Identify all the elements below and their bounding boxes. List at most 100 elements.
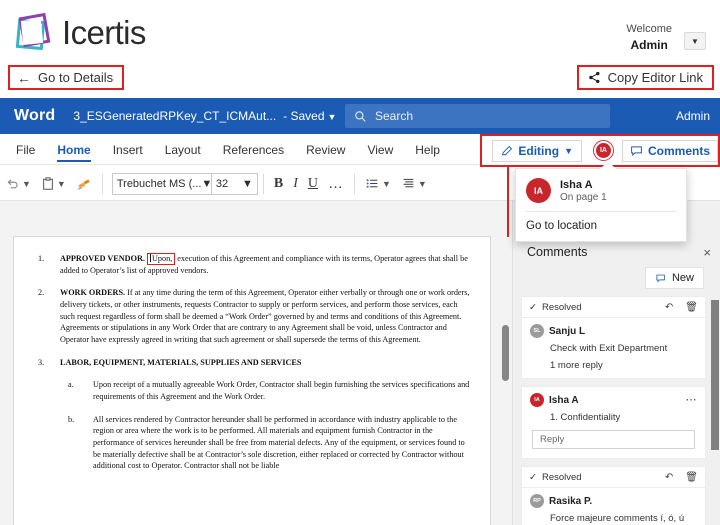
- clause-item[interactable]: 3. LABOR, EQUIPMENT, MATERIALS, SUPPLIES…: [28, 357, 472, 369]
- bullet-list-button[interactable]: ▼: [360, 171, 396, 197]
- comment-card[interactable]: ⋯ IA Isha A 1. Confidentiality Reply: [521, 386, 706, 459]
- tab-layout[interactable]: Layout: [165, 138, 201, 160]
- clause-item[interactable]: 1. APPROVED VENDOR. Upon, execution of t…: [28, 253, 472, 276]
- pencil-icon: [501, 145, 513, 157]
- delete-icon[interactable]: 🗑: [685, 472, 698, 483]
- clause-body: APPROVED VENDOR. Upon, execution of this…: [60, 253, 472, 276]
- comment-resolved-bar: ✓ Resolved ↶ 🗑: [522, 297, 705, 318]
- toolbar-divider: [102, 174, 103, 194]
- icertis-header: Icertis Welcome Admin ▼ ← Go to Details …: [0, 0, 720, 98]
- chevron-down-icon: ▼: [242, 178, 253, 190]
- tab-references[interactable]: References: [223, 138, 284, 160]
- underline-button[interactable]: U: [303, 171, 323, 197]
- comment-more-replies[interactable]: 1 more reply: [550, 360, 697, 371]
- comments-scrollbar-thumb[interactable]: [711, 300, 719, 450]
- chevron-down-icon: ▼: [57, 179, 66, 189]
- document-scrollbar-thumb[interactable]: [502, 325, 509, 381]
- sub-clause-number: a.: [28, 379, 93, 402]
- clause-body: WORK ORDERS. If at any time during the t…: [60, 287, 472, 345]
- arrow-left-icon: ←: [17, 71, 31, 85]
- comment-author: Isha A: [549, 395, 579, 406]
- copy-editor-link-button[interactable]: Copy Editor Link: [577, 65, 714, 90]
- tab-insert[interactable]: Insert: [113, 138, 143, 160]
- comment-card[interactable]: ✓ Resolved ↶ 🗑 RP Rasika P. Force majeur…: [521, 466, 706, 525]
- comment-options-icon[interactable]: ⋯: [686, 393, 698, 406]
- presence-popup-header: IA Isha A On page 1: [516, 169, 686, 211]
- undo-button[interactable]: ▼: [0, 171, 36, 197]
- text-cursor-highlight[interactable]: Upon,: [147, 253, 175, 265]
- align-button[interactable]: ▼: [396, 171, 432, 197]
- document-canvas[interactable]: 1. APPROVED VENDOR. Upon, execution of t…: [0, 201, 512, 525]
- copy-editor-link-label: Copy Editor Link: [608, 70, 703, 85]
- go-to-details-button[interactable]: ← Go to Details: [8, 65, 124, 90]
- italic-button[interactable]: I: [288, 171, 303, 197]
- clause-number: 3.: [28, 357, 60, 369]
- presence-avatar[interactable]: IA: [593, 140, 614, 161]
- new-comment-icon: [655, 273, 667, 284]
- avatar: IA: [530, 393, 544, 407]
- paste-button[interactable]: ▼: [36, 171, 71, 197]
- chevron-down-icon: ▼: [201, 178, 210, 190]
- document-title[interactable]: 3_ESGeneratedRPKey_CT_ICMAut...: [73, 109, 276, 123]
- comments-button-label: Comments: [648, 144, 710, 158]
- tab-review[interactable]: Review: [306, 138, 345, 160]
- more-formatting-button[interactable]: …: [323, 171, 349, 197]
- tab-view[interactable]: View: [367, 138, 393, 160]
- editing-mode-button[interactable]: Editing ▼: [492, 140, 582, 162]
- comment-body: ⋯ IA Isha A 1. Confidentiality Reply: [522, 387, 705, 458]
- bold-button[interactable]: B: [269, 171, 288, 197]
- sub-clause-number: b.: [28, 414, 93, 472]
- word-app-name: Word: [14, 107, 55, 125]
- comment-resolved-bar: ✓ Resolved ↶ 🗑: [522, 467, 705, 488]
- reply-input[interactable]: Reply: [532, 430, 695, 449]
- user-menu-chevron-down-icon[interactable]: ▼: [684, 32, 706, 50]
- icertis-logo-icon: [14, 12, 56, 54]
- save-status-label: - Saved: [283, 109, 324, 123]
- sub-clause-item[interactable]: a. Upon receipt of a mutually agreeable …: [28, 379, 472, 402]
- text-caret-icon: [150, 254, 151, 262]
- document-page[interactable]: 1. APPROVED VENDOR. Upon, execution of t…: [13, 236, 491, 525]
- align-icon: [401, 177, 416, 190]
- icertis-logo[interactable]: Icertis: [14, 12, 146, 54]
- tab-help[interactable]: Help: [415, 138, 440, 160]
- highlighted-word: Upon: [152, 254, 170, 263]
- reopen-icon[interactable]: ↶: [665, 302, 673, 313]
- chevron-down-icon: ▼: [22, 179, 31, 189]
- account-name[interactable]: Admin: [676, 109, 710, 123]
- comment-text: Force majeure comments í, ó, ú: [550, 513, 697, 524]
- presence-popup-name: Isha A: [560, 179, 607, 191]
- reopen-icon[interactable]: ↶: [665, 472, 673, 483]
- new-comment-button[interactable]: New: [645, 267, 704, 289]
- font-family-value: Trebuchet MS (...: [117, 178, 202, 190]
- bullet-list-icon: [365, 177, 380, 190]
- tab-home[interactable]: Home: [57, 138, 90, 160]
- font-size-select[interactable]: 32 ▼: [211, 174, 257, 194]
- comments-list: ✓ Resolved ↶ 🗑 SL Sanju L Check with Exi…: [521, 296, 706, 525]
- go-to-location-button[interactable]: Go to location: [516, 212, 686, 241]
- comments-pane: Comments × New ✓ Resolved ↶ 🗑 SL: [512, 201, 720, 525]
- comments-button[interactable]: Comments: [622, 140, 718, 162]
- presence-popup: IA Isha A On page 1 Go to location: [515, 168, 687, 242]
- comment-text: 1. Confidentiality: [550, 412, 697, 423]
- avatar: IA: [526, 178, 551, 203]
- clipboard-icon: [41, 177, 55, 191]
- welcome-block: Welcome Admin: [626, 22, 672, 53]
- check-icon: ✓: [529, 472, 537, 483]
- comment-text: Check with Exit Department: [550, 343, 697, 354]
- format-painter-button[interactable]: [71, 171, 97, 197]
- comment-body: RP Rasika P. Force majeure comments í, ó…: [522, 488, 705, 525]
- chevron-down-icon: ▼: [382, 179, 391, 189]
- avatar: RP: [530, 494, 544, 508]
- search-box[interactable]: Search: [345, 104, 610, 128]
- sub-clause-text: Upon receipt of a mutually agreeable Wor…: [93, 379, 472, 402]
- comment-card[interactable]: ✓ Resolved ↶ 🗑 SL Sanju L Check with Exi…: [521, 296, 706, 379]
- tab-file[interactable]: File: [16, 138, 35, 160]
- logo-square-inner: [21, 19, 43, 45]
- clause-title: WORK ORDERS.: [60, 288, 125, 297]
- sub-clause-item[interactable]: b. All services rendered by Contractor h…: [28, 414, 472, 472]
- clause-item[interactable]: 2. WORK ORDERS. If at any time during th…: [28, 287, 472, 345]
- font-family-select[interactable]: Trebuchet MS (... ▼: [113, 174, 211, 194]
- editing-mode-label: Editing: [518, 144, 559, 158]
- delete-icon[interactable]: 🗑: [685, 302, 698, 313]
- save-status[interactable]: - Saved▼: [283, 109, 336, 123]
